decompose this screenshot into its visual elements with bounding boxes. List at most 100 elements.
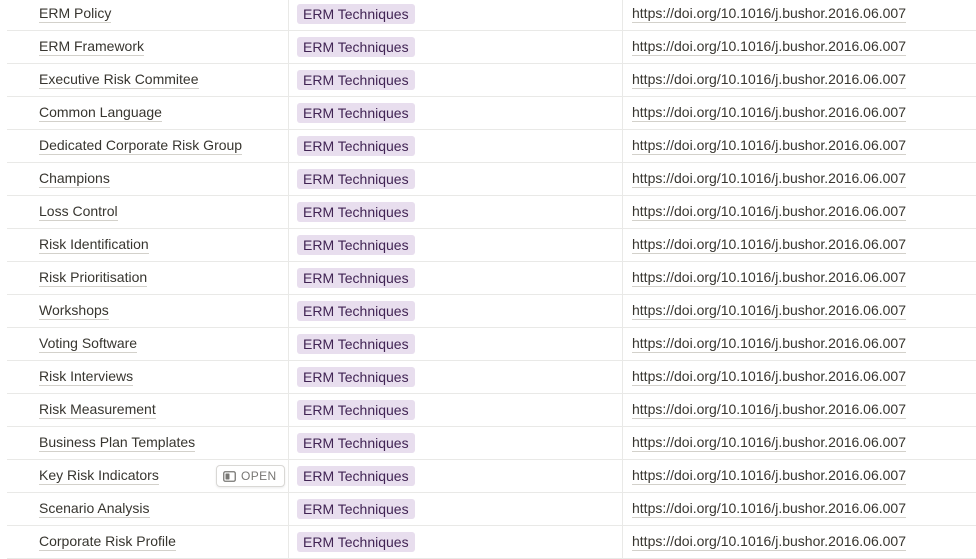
doi-link[interactable]: https://doi.org/10.1016/j.bushor.2016.06… <box>632 236 906 254</box>
row-title-link[interactable]: Corporate Risk Profile <box>39 533 176 551</box>
name-cell[interactable]: Risk Identification <box>7 229 289 261</box>
tag-cell[interactable]: ERM Techniques <box>289 427 623 459</box>
table-row[interactable]: ERM Framework ERM Techniques https://doi.o… <box>7 31 976 64</box>
row-title-link[interactable]: Loss Control <box>39 203 118 221</box>
url-cell[interactable]: https://doi.org/10.1016/j.bushor.2016.06… <box>623 361 976 393</box>
url-cell[interactable]: https://doi.org/10.1016/j.bushor.2016.06… <box>623 130 976 162</box>
tag-cell[interactable]: ERM Techniques <box>289 97 623 129</box>
doi-link[interactable]: https://doi.org/10.1016/j.bushor.2016.06… <box>632 302 906 320</box>
url-cell[interactable]: https://doi.org/10.1016/j.bushor.2016.06… <box>623 460 976 492</box>
table-row[interactable]: Workshops ERM Techniques https://doi.org/1… <box>7 295 976 328</box>
table-row[interactable]: Business Plan Templates ERM Techniques htt… <box>7 427 976 460</box>
doi-link[interactable]: https://doi.org/10.1016/j.bushor.2016.06… <box>632 533 906 551</box>
url-cell[interactable]: https://doi.org/10.1016/j.bushor.2016.06… <box>623 394 976 426</box>
tag-cell[interactable]: ERM Techniques <box>289 229 623 261</box>
doi-link[interactable]: https://doi.org/10.1016/j.bushor.2016.06… <box>632 203 906 221</box>
table-row[interactable]: Risk Identification ERM Techniques https:/… <box>7 229 976 262</box>
row-title-link[interactable]: Dedicated Corporate Risk Group <box>39 137 243 155</box>
tag-cell[interactable]: ERM Techniques <box>289 394 623 426</box>
tag-cell[interactable]: ERM Techniques <box>289 328 623 360</box>
row-title-link[interactable]: Scenario Analysis <box>39 500 150 518</box>
url-cell[interactable]: https://doi.org/10.1016/j.bushor.2016.06… <box>623 196 976 228</box>
url-cell[interactable]: https://doi.org/10.1016/j.bushor.2016.06… <box>623 262 976 294</box>
row-title-link[interactable]: Champions <box>39 170 110 188</box>
name-cell[interactable]: Risk Measurement <box>7 394 289 426</box>
url-cell[interactable]: https://doi.org/10.1016/j.bushor.2016.06… <box>623 31 976 63</box>
tag-cell[interactable]: ERM Techniques <box>289 130 623 162</box>
tag-cell[interactable]: ERM Techniques <box>289 163 623 195</box>
tag-cell[interactable]: ERM Techniques <box>289 493 623 525</box>
tag-cell[interactable]: ERM Techniques <box>289 64 623 96</box>
table-row[interactable]: Dedicated Corporate Risk Group ERM Techni… <box>7 130 976 163</box>
doi-link[interactable]: https://doi.org/10.1016/j.bushor.2016.06… <box>632 434 906 452</box>
row-title-link[interactable]: Risk Prioritisation <box>39 269 148 287</box>
row-title-link[interactable]: Common Language <box>39 104 162 122</box>
name-cell[interactable]: Scenario Analysis <box>7 493 289 525</box>
name-cell[interactable]: Champions <box>7 163 289 195</box>
tag-cell[interactable]: ERM Techniques <box>289 31 623 63</box>
table-row[interactable]: Executive Risk Commitee ERM Techniques htt… <box>7 64 976 97</box>
tag-cell[interactable]: ERM Techniques <box>289 526 623 558</box>
table-row[interactable]: Voting Software ERM Techniques https://doi… <box>7 328 976 361</box>
url-cell[interactable]: https://doi.org/10.1016/j.bushor.2016.06… <box>623 427 976 459</box>
doi-link[interactable]: https://doi.org/10.1016/j.bushor.2016.06… <box>632 269 906 287</box>
table-row[interactable]: Champions ERM Techniques https://doi.org/1… <box>7 163 976 196</box>
doi-link[interactable]: https://doi.org/10.1016/j.bushor.2016.06… <box>632 104 906 122</box>
row-title-link[interactable]: Key Risk Indicators <box>39 467 159 485</box>
name-cell[interactable]: Executive Risk Commitee <box>7 64 289 96</box>
name-cell[interactable]: Voting Software <box>7 328 289 360</box>
open-page-button[interactable]: OPEN <box>216 465 285 487</box>
name-cell[interactable]: Risk Interviews <box>7 361 289 393</box>
tag-cell[interactable]: ERM Techniques <box>289 262 623 294</box>
url-cell[interactable]: https://doi.org/10.1016/j.bushor.2016.06… <box>623 0 976 30</box>
doi-link[interactable]: https://doi.org/10.1016/j.bushor.2016.06… <box>632 401 906 419</box>
url-cell[interactable]: https://doi.org/10.1016/j.bushor.2016.06… <box>623 328 976 360</box>
tag-cell[interactable]: ERM Techniques <box>289 0 623 30</box>
table-row[interactable]: Common Language ERM Techniques https://doi… <box>7 97 976 130</box>
table-row[interactable]: Risk Measurement ERM Techniques https://do… <box>7 394 976 427</box>
url-cell[interactable]: https://doi.org/10.1016/j.bushor.2016.06… <box>623 97 976 129</box>
url-cell[interactable]: https://doi.org/10.1016/j.bushor.2016.06… <box>623 295 976 327</box>
name-cell[interactable]: ERM Framework <box>7 31 289 63</box>
table-row[interactable]: Key Risk Indicators OPEN ERM Techniques htt… <box>7 460 976 493</box>
url-cell[interactable]: https://doi.org/10.1016/j.bushor.2016.06… <box>623 493 976 525</box>
table-row[interactable]: Loss Control ERM Techniques https://doi.or… <box>7 196 976 229</box>
doi-link[interactable]: https://doi.org/10.1016/j.bushor.2016.06… <box>632 335 906 353</box>
row-title-link[interactable]: Risk Interviews <box>39 368 134 386</box>
name-cell[interactable]: Key Risk Indicators OPEN <box>7 460 289 492</box>
tag-cell[interactable]: ERM Techniques <box>289 361 623 393</box>
doi-link[interactable]: https://doi.org/10.1016/j.bushor.2016.06… <box>632 38 906 56</box>
table-row[interactable]: Scenario Analysis ERM Techniques https://d… <box>7 493 976 526</box>
name-cell[interactable]: Corporate Risk Profile <box>7 526 289 558</box>
table-row[interactable]: Risk Interviews ERM Techniques https://doi… <box>7 361 976 394</box>
row-title-link[interactable]: Business Plan Templates <box>39 434 196 452</box>
row-title-link[interactable]: Voting Software <box>39 335 138 353</box>
doi-link[interactable]: https://doi.org/10.1016/j.bushor.2016.06… <box>632 71 906 89</box>
url-cell[interactable]: https://doi.org/10.1016/j.bushor.2016.06… <box>623 229 976 261</box>
name-cell[interactable]: Business Plan Templates <box>7 427 289 459</box>
table-row[interactable]: Corporate Risk Profile ERM Techniques http… <box>7 526 976 559</box>
name-cell[interactable]: Common Language <box>7 97 289 129</box>
table-row[interactable]: Risk Prioritisation ERM Techniques https:/… <box>7 262 976 295</box>
row-title-link[interactable]: Workshops <box>39 302 109 320</box>
name-cell[interactable]: Loss Control <box>7 196 289 228</box>
row-title-link[interactable]: Risk Identification <box>39 236 149 254</box>
row-title-link[interactable]: ERM Framework <box>39 38 145 56</box>
doi-link[interactable]: https://doi.org/10.1016/j.bushor.2016.06… <box>632 467 906 485</box>
tag-cell[interactable]: ERM Techniques <box>289 196 623 228</box>
tag-cell[interactable]: ERM Techniques <box>289 295 623 327</box>
name-cell[interactable]: Workshops <box>7 295 289 327</box>
doi-link[interactable]: https://doi.org/10.1016/j.bushor.2016.06… <box>632 5 906 23</box>
doi-link[interactable]: https://doi.org/10.1016/j.bushor.2016.06… <box>632 170 906 188</box>
doi-link[interactable]: https://doi.org/10.1016/j.bushor.2016.06… <box>632 500 906 518</box>
name-cell[interactable]: Dedicated Corporate Risk Group <box>7 130 289 162</box>
url-cell[interactable]: https://doi.org/10.1016/j.bushor.2016.06… <box>623 64 976 96</box>
url-cell[interactable]: https://doi.org/10.1016/j.bushor.2016.06… <box>623 526 976 558</box>
row-title-link[interactable]: Risk Measurement <box>39 401 156 419</box>
url-cell[interactable]: https://doi.org/10.1016/j.bushor.2016.06… <box>623 163 976 195</box>
name-cell[interactable]: ERM Policy <box>7 0 289 30</box>
row-title-link[interactable]: Executive Risk Commitee <box>39 71 199 89</box>
name-cell[interactable]: Risk Prioritisation <box>7 262 289 294</box>
doi-link[interactable]: https://doi.org/10.1016/j.bushor.2016.06… <box>632 137 906 155</box>
table-row[interactable]: ERM Policy ERM Techniques https://doi.org/… <box>7 0 976 31</box>
